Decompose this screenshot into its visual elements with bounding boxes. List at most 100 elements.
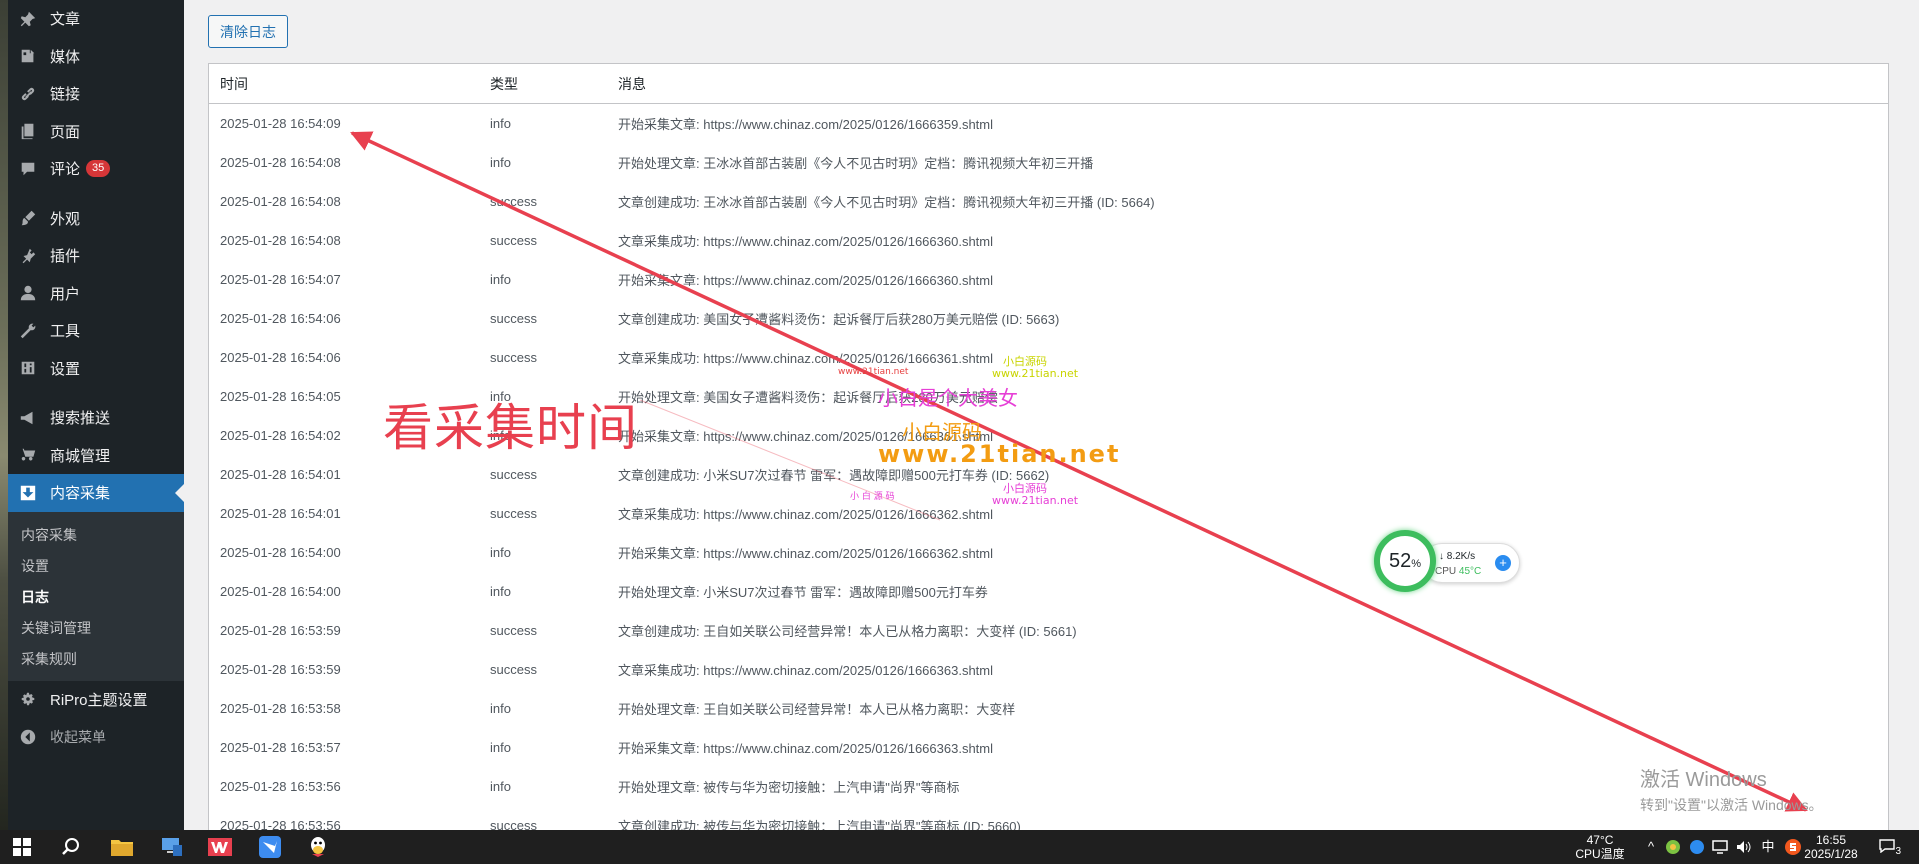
log-message: 文章创建成功: 王冰冰首部古装剧《今人不见古时玥》定档：腾讯视频大年初三开播 (… xyxy=(618,195,1155,210)
sidebar-item-settings[interactable]: 设置 xyxy=(8,350,184,388)
log-type: success xyxy=(490,506,537,521)
sidebar-item-label: 媒体 xyxy=(50,48,81,66)
wps-office-icon[interactable] xyxy=(208,835,232,859)
ime-indicator[interactable]: 中 xyxy=(1758,830,1778,864)
tray-cpu-label: CPU温度 xyxy=(1575,847,1625,861)
volume-icon[interactable] xyxy=(1735,830,1753,864)
log-type: info xyxy=(490,116,511,131)
table-row: 2025-01-28 16:54:08 success 文章创建成功: 王冰冰首部古… xyxy=(209,182,1888,221)
log-type: info xyxy=(490,272,511,287)
table-row: 2025-01-28 16:54:02 info 开始采集文章: https://w… xyxy=(209,416,1888,455)
sidebar-item-tools[interactable]: 工具 xyxy=(8,312,184,350)
cpu-label: CPU xyxy=(1435,566,1457,577)
page-icon xyxy=(18,121,38,141)
submenu-item-logs[interactable]: 日志 xyxy=(8,582,184,613)
windows-start-icon[interactable] xyxy=(10,835,34,859)
admin-sidebar: 文章 媒体 链接 页面 评论 35 外观 插件 用户 工具 设置 搜索推送 商城… xyxy=(8,0,184,830)
activate-windows-title: 激活 Windows xyxy=(1640,769,1767,791)
sidebar-item-label: 搜索推送 xyxy=(50,410,111,428)
control-panel-icon[interactable] xyxy=(160,835,184,859)
log-message: 文章采集成功: https://www.chinaz.com/2025/0126… xyxy=(618,234,994,249)
log-type: success xyxy=(490,194,537,209)
clear-log-button[interactable]: 清除日志 xyxy=(208,15,288,48)
log-time: 2025-01-28 16:54:08 xyxy=(220,233,341,248)
qq-icon[interactable] xyxy=(306,835,330,859)
sidebar-item-ripro-settings[interactable]: RiPro主题设置 xyxy=(8,681,184,719)
clock-time: 16:55 xyxy=(1815,833,1847,847)
log-message: 文章采集成功: https://www.chinaz.com/2025/0126… xyxy=(618,663,994,678)
log-type: info xyxy=(490,701,511,716)
log-time: 2025-01-28 16:54:06 xyxy=(220,350,341,365)
user-icon xyxy=(18,283,38,303)
table-header: 时间 类型 消息 xyxy=(209,64,1888,104)
log-message: 开始处理文章: 王自如关联公司经营异常！本人已从格力离职：大变样 xyxy=(618,702,1016,717)
table-row: 2025-01-28 16:53:58 info 开始处理文章: 王自如关联公司经营… xyxy=(209,689,1888,728)
log-time: 2025-01-28 16:54:01 xyxy=(220,467,341,482)
sidebar-item-appearance[interactable]: 外观 xyxy=(8,200,184,238)
sidebar-item-links[interactable]: 链接 xyxy=(8,75,184,113)
sidebar-item-pages[interactable]: 页面 xyxy=(8,113,184,151)
submenu-item-settings[interactable]: 设置 xyxy=(8,551,184,582)
usage-percent: 52 xyxy=(1388,549,1412,572)
log-type: success xyxy=(490,623,537,638)
download-icon xyxy=(18,483,38,503)
network-speed-value: 8.2K/s xyxy=(1446,551,1476,562)
log-type: info xyxy=(490,428,511,443)
bluetooth-tray-icon[interactable] xyxy=(1688,830,1706,864)
submenu-item-keywords[interactable]: 关键词管理 xyxy=(8,613,184,644)
log-time: 2025-01-28 16:54:07 xyxy=(220,272,341,287)
submenu-item-rules[interactable]: 采集规则 xyxy=(8,644,184,675)
sidebar-item-media[interactable]: 媒体 xyxy=(8,38,184,76)
plus-icon[interactable]: + xyxy=(1495,555,1511,571)
submenu-item-collect[interactable]: 内容采集 xyxy=(8,520,184,551)
sidebar-item-search-push[interactable]: 搜索推送 xyxy=(8,399,184,437)
log-message: 文章创建成功: 王自如关联公司经营异常！本人已从格力离职：大变样 (ID: 56… xyxy=(618,624,1077,639)
windows-taskbar: 47°C CPU温度 ^ 中 16:55 2025/1/28 3 xyxy=(0,830,1919,864)
clock[interactable]: 16:55 2025/1/28 xyxy=(1796,830,1866,864)
sidebar-item-content-collect[interactable]: 内容采集 xyxy=(8,474,184,512)
sidebar-item-label: 用户 xyxy=(50,285,81,303)
megaphone-icon xyxy=(18,408,38,428)
app-tray-icon[interactable] xyxy=(1664,830,1682,864)
sidebar-item-comments[interactable]: 评论 35 xyxy=(8,150,184,188)
table-row: 2025-01-28 16:54:00 info 开始采集文章: https://w… xyxy=(209,533,1888,572)
table-row: 2025-01-28 16:54:07 info 开始采集文章: https://w… xyxy=(209,260,1888,299)
log-message: 开始采集文章: https://www.chinaz.com/2025/0126… xyxy=(618,117,994,132)
log-message: 开始采集文章: https://www.chinaz.com/2025/0126… xyxy=(618,741,994,756)
sidebar-item-label: 商城管理 xyxy=(50,447,111,465)
table-row: 2025-01-28 16:54:01 success 文章创建成功: 小米SU7次… xyxy=(209,455,1888,494)
sidebar-item-shop[interactable]: 商城管理 xyxy=(8,437,184,475)
sidebar-item-label: 外观 xyxy=(50,210,81,228)
desktop-wallpaper-strip xyxy=(0,0,8,830)
feishu-icon[interactable] xyxy=(258,835,282,859)
log-time: 2025-01-28 16:54:06 xyxy=(220,311,341,326)
chevron-up-icon[interactable]: ^ xyxy=(1644,830,1658,864)
sidebar-item-plugins[interactable]: 插件 xyxy=(8,237,184,275)
log-time: 2025-01-28 16:54:01 xyxy=(220,506,341,521)
wrench-icon xyxy=(18,321,38,341)
sidebar-item-label: 链接 xyxy=(50,86,81,104)
table-row: 2025-01-28 16:53:59 success 文章采集成功: https:… xyxy=(209,650,1888,689)
network-monitor-panel: ↓ 8.2K/s CPU 45°C + xyxy=(1422,543,1520,583)
network-icon[interactable] xyxy=(1711,830,1729,864)
log-time: 2025-01-28 16:53:58 xyxy=(220,701,341,716)
log-time: 2025-01-28 16:54:00 xyxy=(220,545,341,560)
sidebar-item-label: 插件 xyxy=(50,248,81,266)
log-message: 开始处理文章: 王冰冰首部古装剧《今人不见古时玥》定档：腾讯视频大年初三开播 xyxy=(618,156,1094,171)
log-type: info xyxy=(490,740,511,755)
cart-icon xyxy=(18,445,38,465)
log-time: 2025-01-28 16:53:59 xyxy=(220,662,341,677)
log-time: 2025-01-28 16:54:00 xyxy=(220,584,341,599)
file-explorer-icon[interactable] xyxy=(110,835,134,859)
search-icon[interactable] xyxy=(59,835,83,859)
table-row: 2025-01-28 16:54:06 success 文章采集成功: https:… xyxy=(209,338,1888,377)
cpu-temperature-tray[interactable]: 47°C CPU温度 xyxy=(1570,830,1630,864)
gear-icon xyxy=(18,689,38,709)
sidebar-item-users[interactable]: 用户 xyxy=(8,275,184,313)
sidebar-item-posts[interactable]: 文章 xyxy=(8,0,184,38)
table-row: 2025-01-28 16:54:09 info 开始采集文章: https://w… xyxy=(209,104,1888,143)
log-message: 文章创建成功: 小米SU7次过春节 雷军：遇故障即赠500元打车券 (ID: 5… xyxy=(618,468,1050,483)
notification-center-icon[interactable]: 3 xyxy=(1876,830,1901,864)
column-header-message: 消息 xyxy=(618,75,646,92)
collapse-menu-button[interactable]: 收起菜单 xyxy=(8,718,184,756)
